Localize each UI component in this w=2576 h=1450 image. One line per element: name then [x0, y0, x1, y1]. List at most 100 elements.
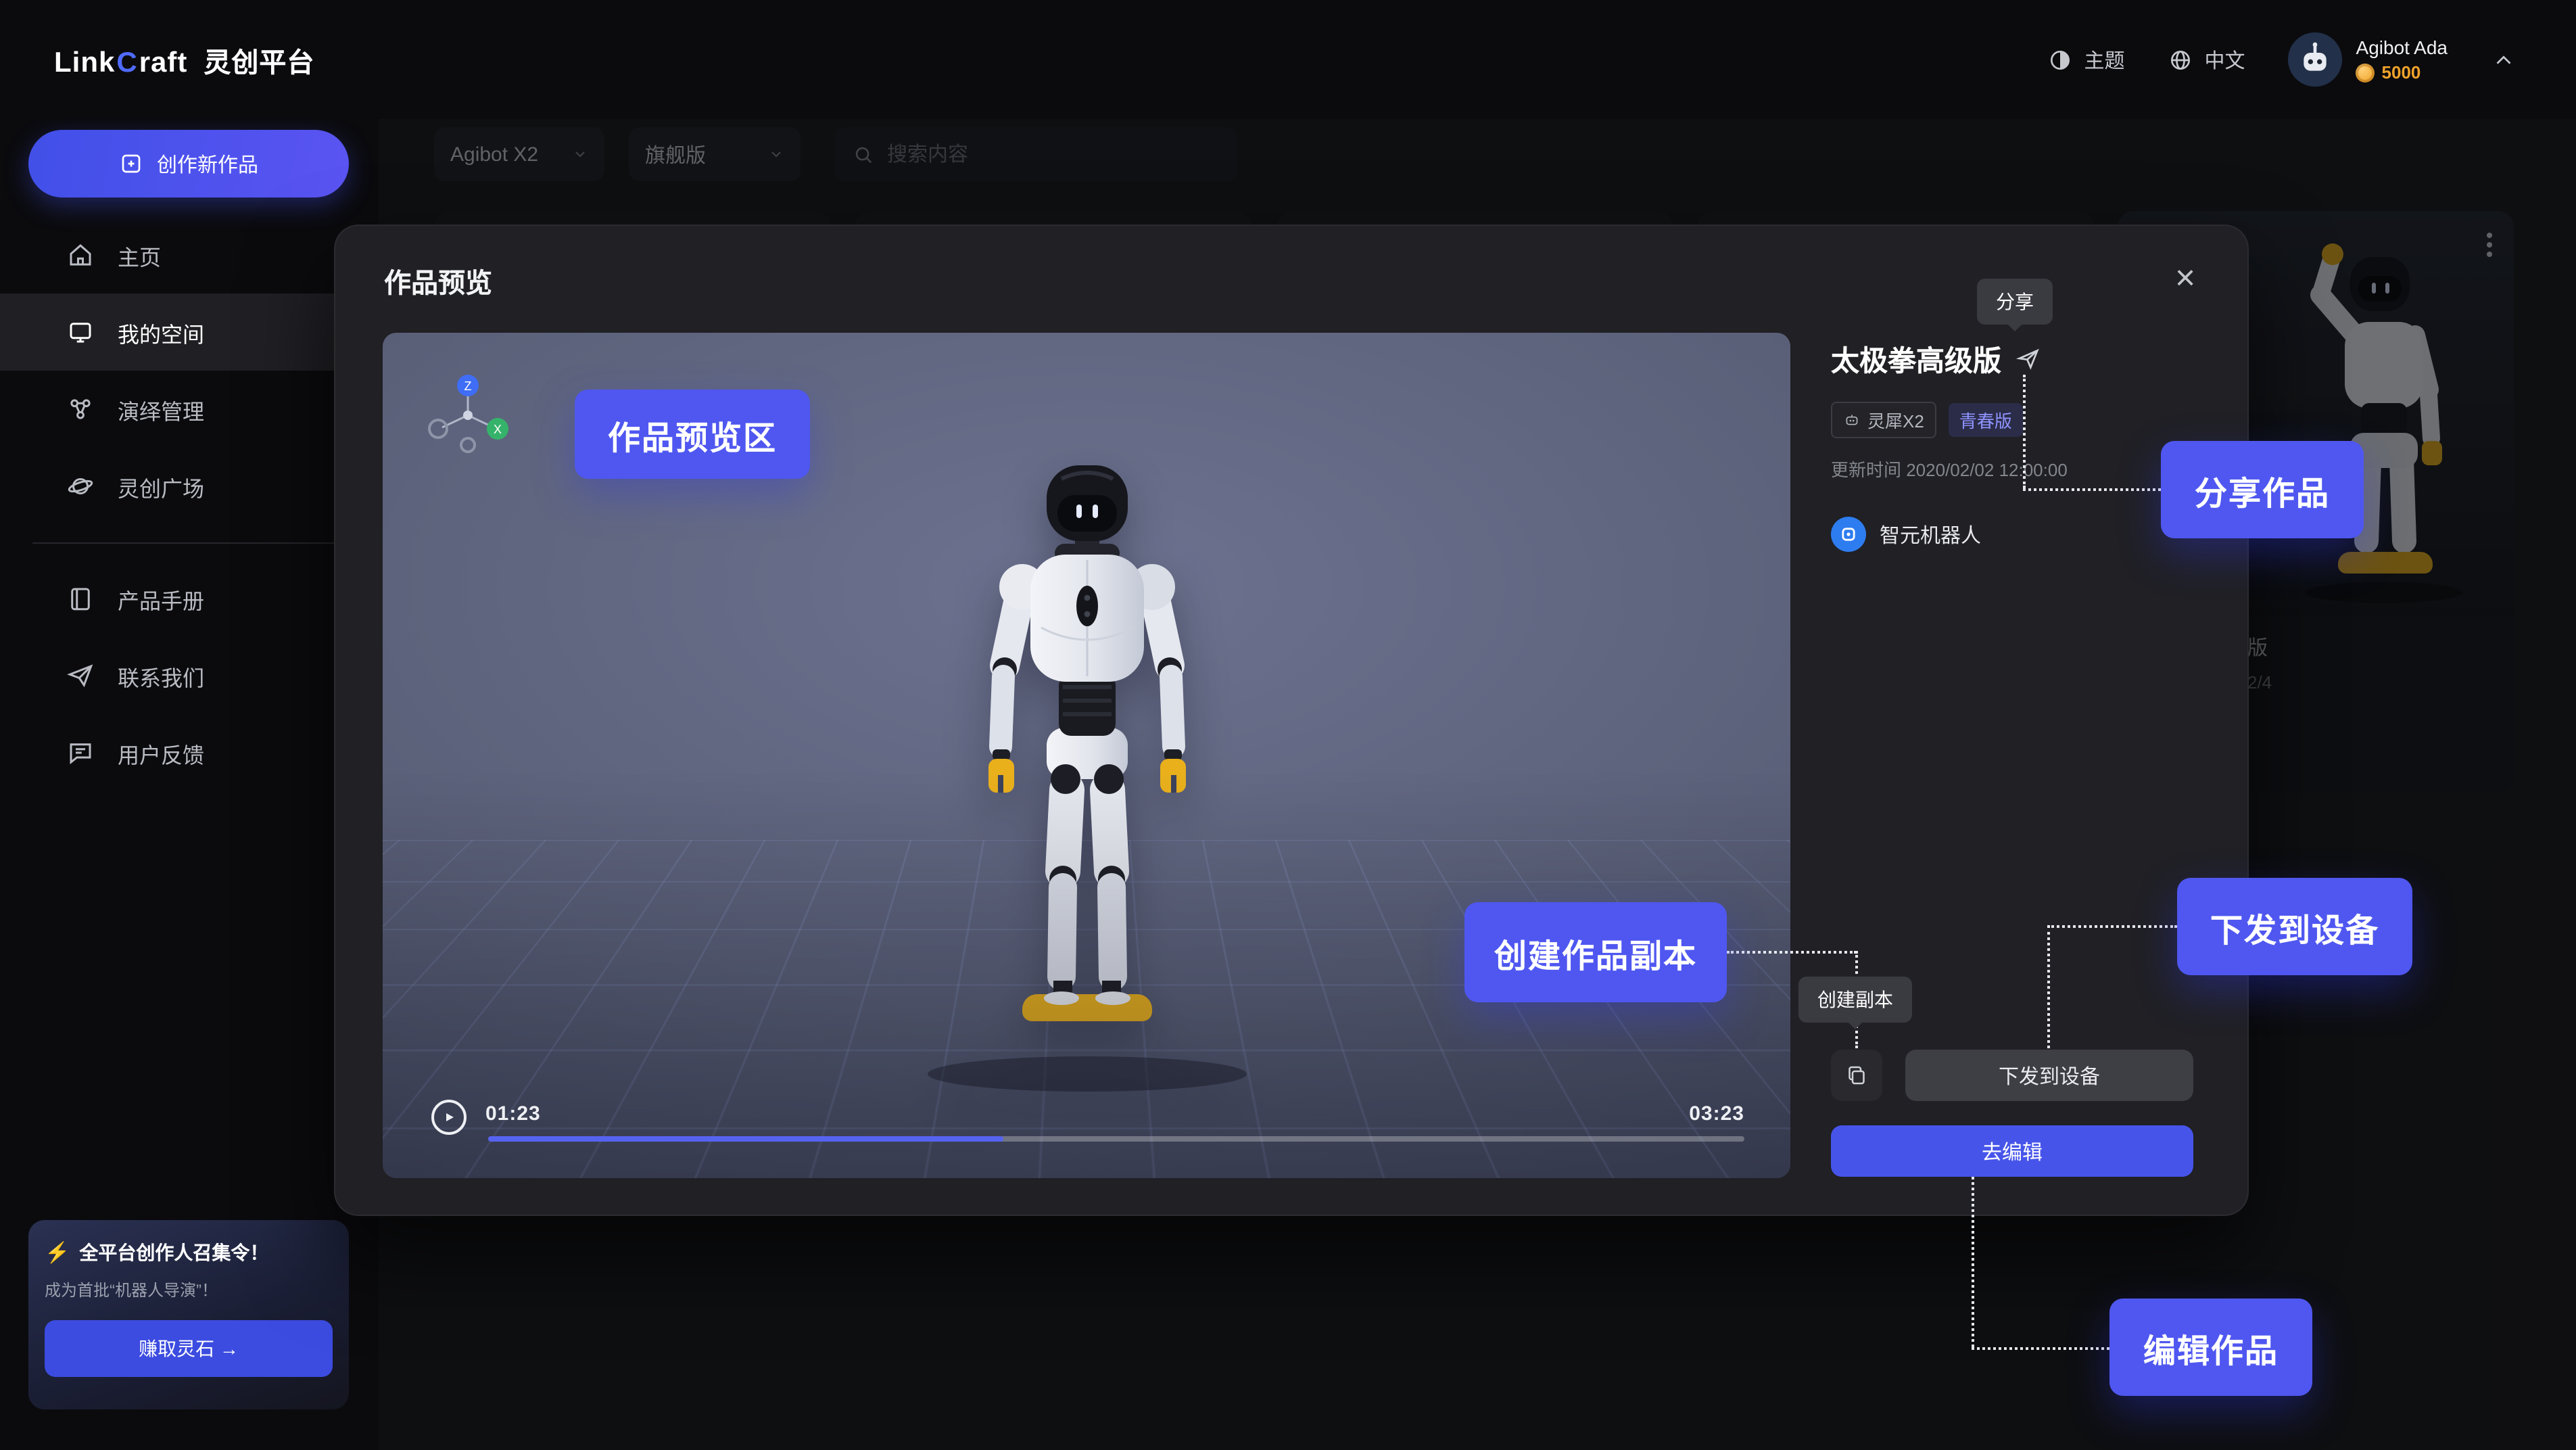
work-title: 太极拳高级版	[1831, 340, 2001, 380]
language-switcher[interactable]: 中文	[2168, 45, 2245, 74]
updated-time: 更新时间 2020/02/02 12:00:00	[1831, 456, 2210, 482]
promo-subtitle: 成为首批“机器人导演”！	[45, 1278, 333, 1301]
model-tag-label: 灵犀X2	[1867, 407, 1924, 433]
nodes-icon	[66, 395, 95, 423]
deploy-to-device-button[interactable]: 下发到设备	[1905, 1050, 2193, 1101]
username: Agibot Ada	[2356, 37, 2448, 58]
play-button[interactable]	[431, 1100, 467, 1135]
sidebar-item-label: 产品手册	[118, 582, 204, 615]
create-work-label: 创作新作品	[157, 149, 258, 178]
coin-amount: 5000	[2382, 62, 2421, 83]
creator-name: 智元机器人	[1880, 520, 1981, 548]
logo-text: Link	[54, 47, 115, 79]
callout-preview-area: 作品预览区	[575, 390, 810, 479]
language-label: 中文	[2205, 45, 2245, 74]
header-actions: 主题 中文 Agibot Ada	[2047, 32, 2517, 87]
connector-line	[1972, 1347, 2109, 1350]
modal-title: 作品预览	[384, 261, 492, 300]
sidebar-divider	[32, 542, 345, 544]
sidebar-item-contact[interactable]: 联系我们	[0, 637, 379, 714]
copy-icon	[1844, 1063, 1869, 1088]
creator-logo-icon	[1839, 525, 1858, 544]
sidebar-item-performance[interactable]: 演绎管理	[0, 371, 379, 448]
sidebar-item-manual[interactable]: 产品手册	[0, 560, 379, 637]
theme-label: 主题	[2084, 45, 2124, 74]
robot-tag-icon	[1843, 411, 1861, 429]
logo-accent-c: C	[116, 47, 137, 79]
theme-icon	[2047, 47, 2073, 72]
create-copy-button[interactable]	[1831, 1050, 1882, 1101]
share-tooltip: 分享	[1977, 279, 2053, 325]
gizmo-z-label: Z	[464, 379, 472, 393]
sidebar-item-my-space[interactable]: 我的空间	[0, 294, 379, 371]
creator-row: 智元机器人	[1831, 517, 2210, 552]
app-logo: LinkCraft 灵创平台	[54, 40, 314, 79]
progress-fill	[488, 1136, 1003, 1142]
work-title-row: 太极拳高级版	[1831, 340, 2210, 380]
callout-share-work: 分享作品	[2161, 441, 2364, 538]
sidebar-item-feedback[interactable]: 用户反馈	[0, 714, 379, 791]
share-button[interactable]	[2015, 345, 2045, 375]
avatar	[2289, 32, 2343, 87]
model-tag: 灵犀X2	[1831, 402, 1936, 438]
preview-modal: 作品预览 ×	[334, 225, 2249, 1216]
sidebar-item-label: 演绎管理	[118, 393, 204, 425]
progress-bar[interactable]	[488, 1136, 1744, 1142]
logo-cn: 灵创平台	[204, 40, 314, 79]
planet-icon	[66, 472, 95, 500]
book-icon	[66, 584, 95, 613]
promo-title: 全平台创作人召集令！	[79, 1239, 268, 1266]
monitor-icon	[66, 318, 95, 346]
sidebar-item-label: 主页	[118, 239, 161, 271]
sidebar-item-label: 用户反馈	[118, 736, 204, 769]
callout-deploy-device: 下发到设备	[2177, 878, 2412, 975]
go-edit-button[interactable]: 去编辑	[1831, 1125, 2193, 1177]
work-detail-panel: 太极拳高级版 灵犀X2 青春版 更新时间 2020/02/02 12:00:00…	[1831, 340, 2210, 552]
sidebar: 创作新作品 主页 我的空间 演绎管理 灵创广场 产品手	[0, 119, 379, 1450]
avatar-robot-icon	[2289, 32, 2343, 87]
axis-gizmo[interactable]: Z X	[421, 368, 515, 463]
sidebar-item-label: 灵创广场	[118, 470, 204, 502]
sidebar-item-plaza[interactable]: 灵创广场	[0, 448, 379, 525]
bolt-icon: ⚡	[45, 1240, 70, 1265]
new-document-icon	[119, 151, 143, 176]
close-icon[interactable]: ×	[2158, 250, 2212, 304]
sidebar-item-home[interactable]: 主页	[0, 216, 379, 294]
play-icon	[441, 1109, 457, 1125]
coin-balance: 5000	[2356, 62, 2448, 83]
chevron-up-icon[interactable]	[2491, 47, 2517, 72]
sidebar-nav-secondary: 产品手册 联系我们 用户反馈	[0, 560, 379, 791]
promo-title-row: ⚡ 全平台创作人召集令！	[45, 1239, 333, 1266]
earn-coins-button[interactable]: 赚取灵石 →	[45, 1320, 333, 1377]
robot-model	[877, 463, 1296, 1119]
coin-icon	[2356, 63, 2375, 82]
share-icon	[2015, 345, 2042, 372]
connector-line	[2023, 375, 2026, 488]
edition-tag: 青春版	[1949, 403, 2023, 437]
connector-line	[2047, 925, 2177, 928]
work-tags: 灵犀X2 青春版	[1831, 402, 2210, 438]
total-time: 03:23	[1689, 1102, 1744, 1125]
home-icon	[66, 241, 95, 269]
callout-create-copy: 创建作品副本	[1464, 902, 1727, 1002]
app-header: LinkCraft 灵创平台 主题 中文	[0, 0, 2576, 119]
create-work-button[interactable]: 创作新作品	[28, 130, 349, 197]
current-time: 01:23	[485, 1102, 541, 1125]
user-meta: Agibot Ada 5000	[2356, 37, 2448, 83]
creator-avatar	[1831, 517, 1866, 552]
connector-line	[1972, 1177, 1974, 1347]
logo-text-2: raft	[139, 47, 188, 79]
chat-bubble-icon	[66, 739, 95, 767]
sidebar-item-label: 联系我们	[118, 659, 204, 692]
connector-line	[2023, 488, 2161, 491]
gizmo-x-label: X	[494, 423, 502, 436]
user-menu[interactable]: Agibot Ada 5000	[2289, 32, 2448, 87]
paper-plane-icon	[66, 661, 95, 690]
sidebar-item-label: 我的空间	[118, 316, 204, 348]
theme-toggle[interactable]: 主题	[2047, 45, 2124, 74]
humanoid-robot-illustration	[877, 463, 1296, 1112]
promo-card: ⚡ 全平台创作人召集令！ 成为首批“机器人导演”！ 赚取灵石 →	[28, 1220, 349, 1409]
app: LinkCraft 灵创平台 主题 中文	[0, 0, 2576, 1450]
copy-tooltip: 创建副本	[1798, 977, 1912, 1023]
callout-edit-work: 编辑作品	[2109, 1299, 2312, 1396]
